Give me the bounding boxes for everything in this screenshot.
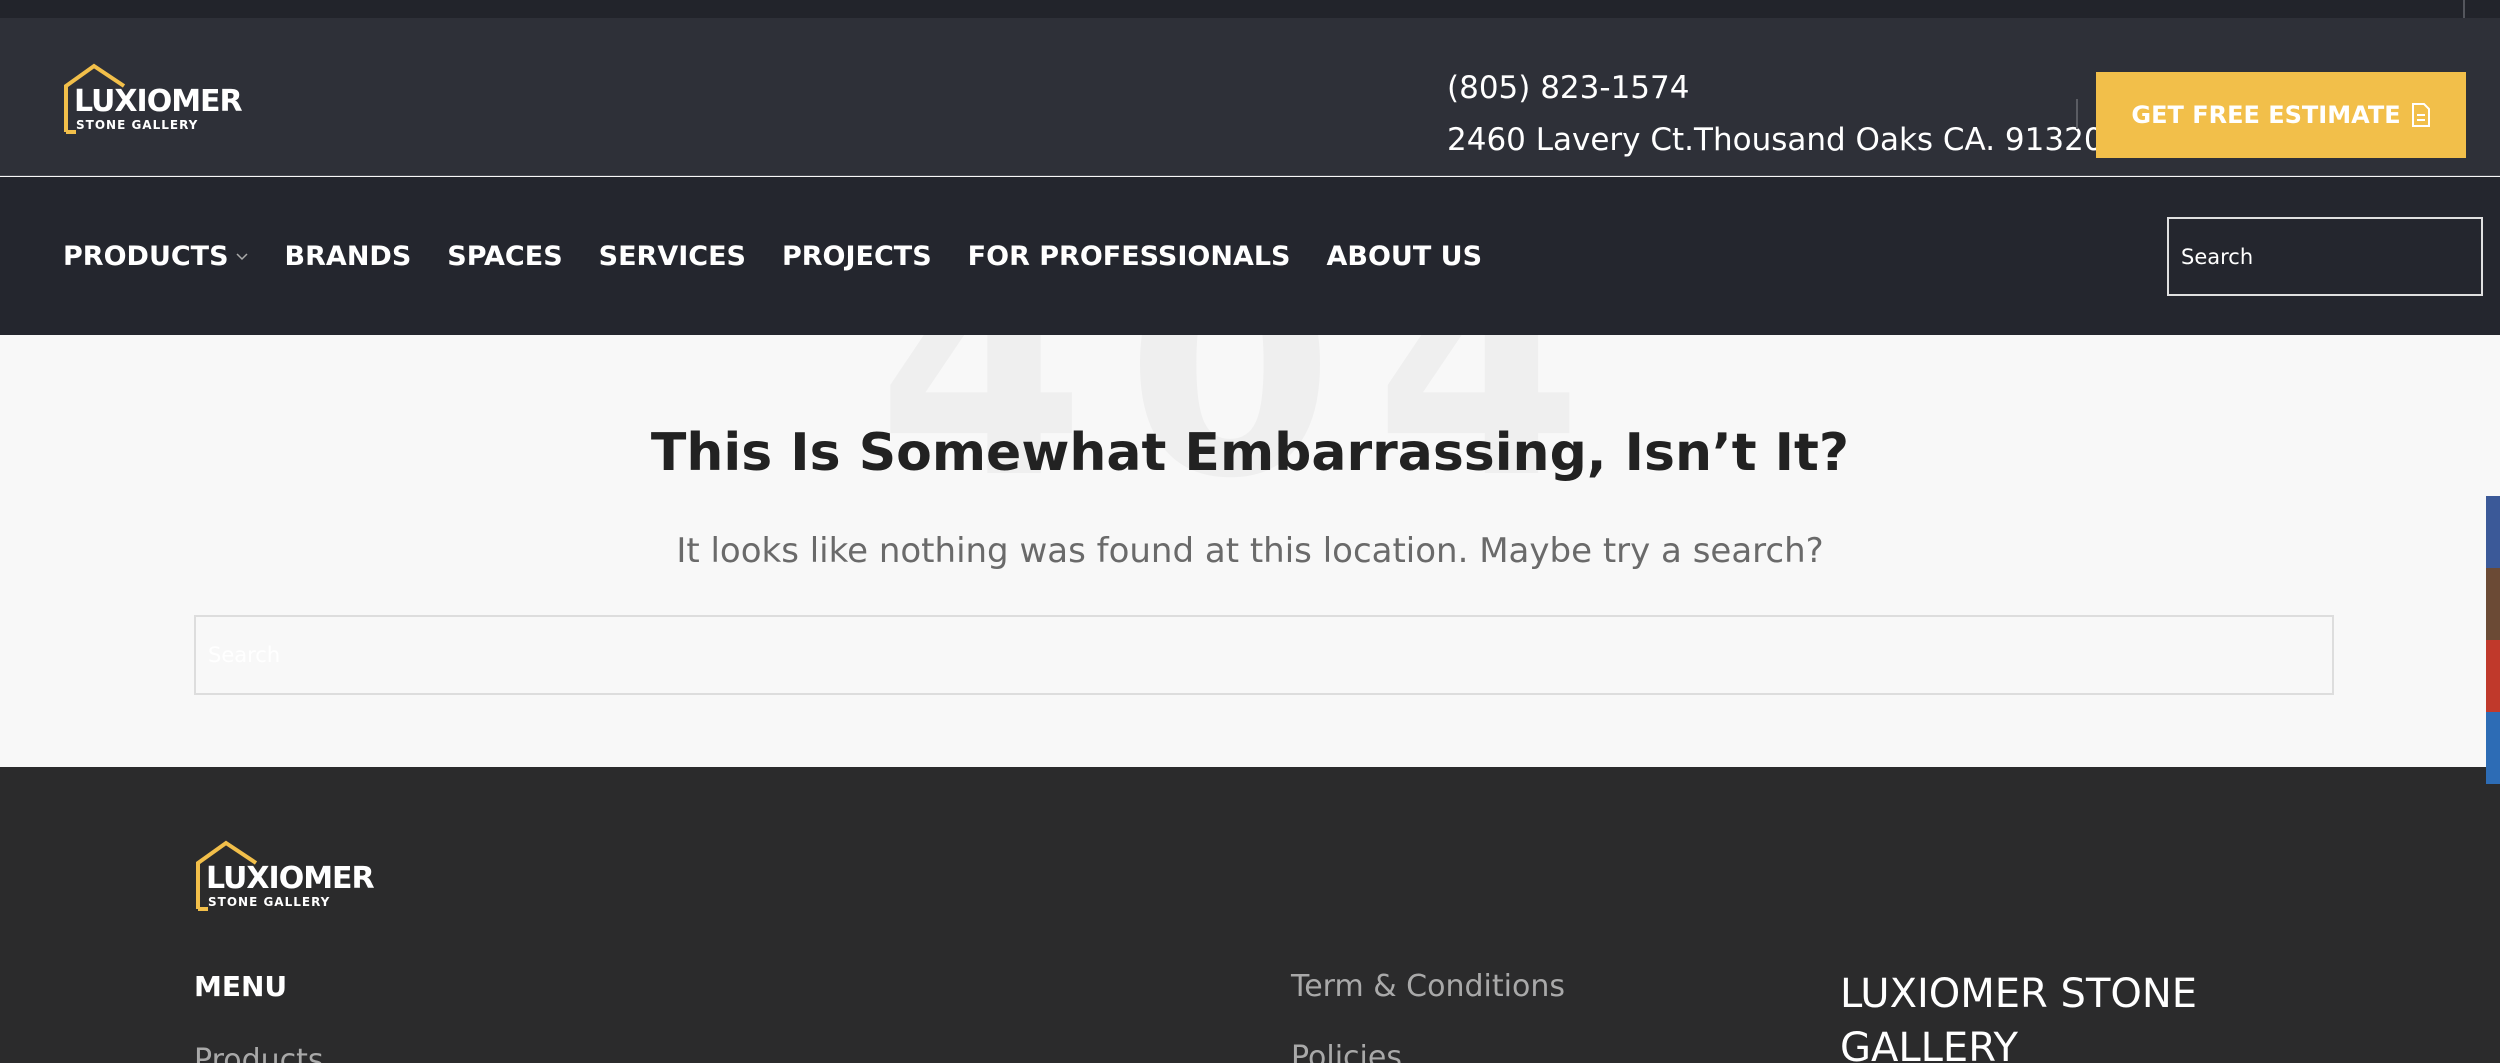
get-free-estimate-button[interactable]: GET FREE ESTIMATE — [2096, 72, 2466, 158]
nav-item-label: BRANDS — [284, 240, 412, 272]
site-header: LUXIOMER STONE GALLERY (805) 823-1574 24… — [0, 18, 2500, 176]
nav-list: PRODUCTS BRANDS SPACES SERVICES PROJECTS… — [63, 177, 1518, 335]
nav-item-for-professionals[interactable]: FOR PROFESSIONALS — [968, 241, 1291, 272]
social-tab-houzz[interactable] — [2486, 568, 2500, 640]
nav-item-brands[interactable]: BRANDS — [285, 241, 412, 272]
cta-label: GET FREE ESTIMATE — [2131, 101, 2401, 129]
nav-item-about-us[interactable]: ABOUT US — [1327, 241, 1483, 272]
not-found-message: It looks like nothing was found at this … — [676, 531, 1824, 571]
address-text: 2460 Lavery Ct.Thousand Oaks CA. 91320 — [1447, 122, 2104, 158]
logo-wordmark: LUXIOMER — [74, 84, 243, 119]
top-strip — [0, 0, 2500, 18]
logo-tagline: STONE GALLERY — [76, 118, 199, 132]
logo-tagline: STONE GALLERY — [208, 895, 331, 909]
document-icon — [2411, 103, 2430, 127]
header-logo[interactable]: LUXIOMER STONE GALLERY — [62, 60, 252, 140]
nav-item-label: SPACES — [447, 240, 563, 272]
top-strip-divider — [2463, 0, 2465, 18]
nav-item-label: FOR PROFESSIONALS — [967, 240, 1291, 272]
nav-item-spaces[interactable]: SPACES — [447, 241, 562, 272]
not-found-section: 404 This Is Somewhat Embarrassing, Isn’t… — [0, 335, 2500, 767]
nav-item-projects[interactable]: PROJECTS — [782, 241, 932, 272]
footer-company-heading: LUXIOMER STONE GALLERY — [1840, 971, 2198, 1063]
search-input[interactable] — [194, 615, 2334, 695]
footer-link-products[interactable]: Products — [194, 1043, 324, 1063]
footer-menu-heading: MENU — [194, 970, 288, 1003]
chevron-down-icon — [236, 253, 248, 261]
nav-item-label: PROJECTS — [781, 240, 932, 272]
nav-item-label: ABOUT US — [1326, 240, 1483, 272]
footer-link-policies[interactable]: Policies — [1291, 1040, 1402, 1063]
logo-wordmark: LUXIOMER — [206, 861, 375, 896]
header-divider — [2076, 99, 2078, 129]
social-tab-linkedin[interactable] — [2486, 712, 2500, 784]
nav-item-label: PRODUCTS — [63, 240, 229, 272]
social-tab-pinterest[interactable] — [2486, 640, 2500, 712]
nav-item-services[interactable]: SERVICES — [599, 241, 746, 272]
nav-item-label: SERVICES — [598, 240, 746, 272]
nav-search-input[interactable] — [2167, 217, 2483, 296]
site-footer: LUXIOMER STONE GALLERY MENU Products Ter… — [0, 767, 2500, 1063]
social-tab-facebook[interactable] — [2486, 496, 2500, 568]
footer-link-terms[interactable]: Term & Conditions — [1291, 969, 1565, 1004]
phone-link[interactable]: (805) 823-1574 — [1447, 68, 2104, 108]
contact-info: (805) 823-1574 2460 Lavery Ct.Thousand O… — [1447, 68, 2104, 160]
footer-logo[interactable]: LUXIOMER STONE GALLERY — [194, 837, 384, 917]
nav-item-products[interactable]: PRODUCTS — [63, 241, 249, 272]
main-nav: PRODUCTS BRANDS SPACES SERVICES PROJECTS… — [0, 177, 2500, 335]
page-title: This Is Somewhat Embarrassing, Isn’t It? — [650, 423, 1850, 483]
